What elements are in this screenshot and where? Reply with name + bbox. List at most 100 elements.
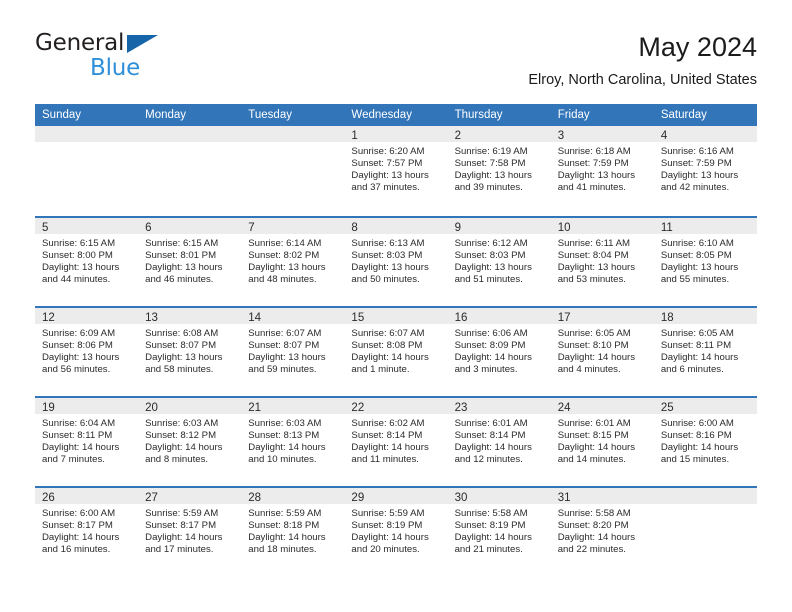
calendar-day-cell[interactable]: 22 Sunrise: 6:02 AM Sunset: 8:14 PM Dayligh… <box>344 398 448 486</box>
day-detail-line: Sunrise: 6:03 AM <box>248 418 322 429</box>
day-number: 24 <box>557 402 571 414</box>
day-detail-text: Sunrise: 6:09 AM Sunset: 8:06 PM Daylight:… <box>35 324 138 376</box>
calendar-day-cell[interactable]: 17 Sunrise: 6:05 AM Sunset: 8:10 PM Dayligh… <box>550 308 654 396</box>
day-number-band: 11 <box>653 218 757 234</box>
calendar-day-cell[interactable]: 20 Sunrise: 6:03 AM Sunset: 8:12 PM Dayligh… <box>138 398 242 486</box>
day-number-band: 9 <box>447 218 551 234</box>
day-detail-line: Sunset: 7:57 PM <box>351 158 423 170</box>
day-detail-line: and 4 minutes. <box>557 364 621 376</box>
logo-word-blue: Blue <box>90 55 141 81</box>
day-detail-text: Sunrise: 6:15 AM Sunset: 8:00 PM Daylight:… <box>35 234 138 286</box>
day-detail-line: Daylight: 13 hours <box>557 262 636 274</box>
calendar-day-cell[interactable]: 13 Sunrise: 6:08 AM Sunset: 8:07 PM Dayligh… <box>138 308 242 396</box>
day-detail-line: Daylight: 13 hours <box>660 170 739 182</box>
day-detail-line: and 58 minutes. <box>145 364 214 376</box>
calendar-day-cell[interactable]: 4 Sunrise: 6:16 AM Sunset: 7:59 PM Daylight… <box>653 126 757 216</box>
calendar-day-cell[interactable]: 25 Sunrise: 6:00 AM Sunset: 8:16 PM Dayligh… <box>653 398 757 486</box>
calendar-day-cell[interactable]: 26 Sunrise: 6:00 AM Sunset: 8:17 PM Dayligh… <box>35 488 139 576</box>
calendar-day-cell[interactable]: 9 Sunrise: 6:12 AM Sunset: 8:03 PM Daylight… <box>447 218 551 306</box>
calendar-day-cell[interactable]: 6 Sunrise: 6:15 AM Sunset: 8:01 PM Daylight… <box>138 218 242 306</box>
calendar-day-cell[interactable]: 10 Sunrise: 6:11 AM Sunset: 8:04 PM Dayligh… <box>550 218 654 306</box>
day-detail-text <box>241 142 344 146</box>
day-number: 10 <box>557 222 571 234</box>
day-detail-line: Daylight: 14 hours <box>42 532 120 544</box>
calendar-day-cell[interactable]: 27 Sunrise: 5:59 AM Sunset: 8:17 PM Dayligh… <box>138 488 242 576</box>
day-number: 13 <box>145 312 158 324</box>
day-number: 23 <box>454 402 468 414</box>
day-detail-line: Daylight: 13 hours <box>454 262 532 274</box>
general-blue-logo[interactable]: General Blue <box>35 30 235 80</box>
calendar-day-cell[interactable]: 23 Sunrise: 6:01 AM Sunset: 8:14 PM Dayligh… <box>447 398 551 486</box>
day-number-band: 12 <box>35 308 139 324</box>
day-number-band: 4 <box>653 126 757 142</box>
day-detail-line: Daylight: 13 hours <box>557 170 636 182</box>
day-number-band: 14 <box>241 308 345 324</box>
day-detail-line: and 12 minutes. <box>454 454 523 466</box>
calendar-day-cell[interactable]: 21 Sunrise: 6:03 AM Sunset: 8:13 PM Dayligh… <box>241 398 345 486</box>
calendar-day-cell[interactable]: 2 Sunrise: 6:19 AM Sunset: 7:58 PM Daylight… <box>447 126 551 216</box>
day-number-band: 24 <box>550 398 654 414</box>
day-number: 16 <box>454 312 468 324</box>
calendar-day-cell[interactable]: 11 Sunrise: 6:10 AM Sunset: 8:05 PM Dayligh… <box>653 218 757 306</box>
calendar-table: Sunday Monday Tuesday Wednesday Thursday Frid… <box>35 104 757 576</box>
day-detail-line: Sunrise: 6:15 AM <box>145 238 219 249</box>
calendar-week-row: 5 Sunrise: 6:15 AM Sunset: 8:00 PM Daylight… <box>35 216 757 306</box>
day-number-band: 27 <box>138 488 242 504</box>
logo-triangle-icon <box>126 35 158 53</box>
calendar-day-cell[interactable]: 1 Sunrise: 6:20 AM Sunset: 7:57 PM Daylight… <box>344 126 448 216</box>
day-of-week-header: Friday <box>557 109 590 121</box>
day-detail-line: Daylight: 13 hours <box>248 262 326 274</box>
day-number: 3 <box>557 130 565 142</box>
day-detail-line: Sunset: 8:12 PM <box>145 430 217 442</box>
day-number-band: 22 <box>344 398 448 414</box>
day-number: 20 <box>145 402 158 414</box>
calendar-day-cell[interactable]: 3 Sunrise: 6:18 AM Sunset: 7:59 PM Daylight… <box>550 126 654 216</box>
day-number-band: 3 <box>550 126 654 142</box>
day-detail-line: Sunset: 8:06 PM <box>42 340 113 352</box>
day-detail-line: and 1 minute. <box>351 364 410 376</box>
calendar-day-cell[interactable]: 7 Sunrise: 6:14 AM Sunset: 8:02 PM Daylight… <box>241 218 345 306</box>
day-number: 17 <box>557 312 571 324</box>
day-number-band: 16 <box>447 308 551 324</box>
calendar-day-cell[interactable]: 5 Sunrise: 6:15 AM Sunset: 8:00 PM Daylight… <box>35 218 139 306</box>
calendar-day-cell[interactable]: 30 Sunrise: 5:58 AM Sunset: 8:19 PM Dayligh… <box>447 488 551 576</box>
day-number-band: 17 <box>550 308 654 324</box>
day-detail-text: Sunrise: 6:02 AM Sunset: 8:14 PM Daylight:… <box>344 414 447 466</box>
day-number: 4 <box>660 130 668 142</box>
calendar-day-cell[interactable]: 15 Sunrise: 6:07 AM Sunset: 8:08 PM Dayligh… <box>344 308 448 396</box>
calendar-day-cell[interactable]: 29 Sunrise: 5:59 AM Sunset: 8:19 PM Dayligh… <box>344 488 448 576</box>
day-detail-line: Daylight: 13 hours <box>454 170 532 182</box>
day-number: 31 <box>557 492 571 504</box>
day-detail-line: Sunset: 8:02 PM <box>248 250 320 262</box>
title-block: May 2024 Elroy, North Carolina, United S… <box>528 30 757 92</box>
calendar-day-cell[interactable]: 12 Sunrise: 6:09 AM Sunset: 8:06 PM Dayligh… <box>35 308 139 396</box>
calendar-day-cell[interactable]: 14 Sunrise: 6:07 AM Sunset: 8:07 PM Dayligh… <box>241 308 345 396</box>
calendar-day-cell[interactable]: 8 Sunrise: 6:13 AM Sunset: 8:03 PM Daylight… <box>344 218 448 306</box>
calendar-day-cell[interactable]: 31 Sunrise: 5:58 AM Sunset: 8:20 PM Dayligh… <box>550 488 654 576</box>
calendar-day-cell[interactable]: 19 Sunrise: 6:04 AM Sunset: 8:11 PM Dayligh… <box>35 398 139 486</box>
day-detail-text: Sunrise: 5:59 AM Sunset: 8:19 PM Daylight:… <box>344 504 447 556</box>
day-detail-line: Daylight: 14 hours <box>557 442 636 454</box>
day-detail-line: Sunrise: 6:05 AM <box>557 328 631 339</box>
day-number-band: 18 <box>653 308 757 324</box>
day-detail-text: Sunrise: 6:00 AM Sunset: 8:17 PM Daylight:… <box>35 504 138 556</box>
day-detail-line: Sunset: 8:01 PM <box>145 250 217 262</box>
day-number-band: 25 <box>653 398 757 414</box>
day-detail-line: and 50 minutes. <box>351 274 420 286</box>
day-detail-line: Daylight: 14 hours <box>454 532 532 544</box>
calendar-day-cell[interactable]: 28 Sunrise: 5:59 AM Sunset: 8:18 PM Dayligh… <box>241 488 345 576</box>
calendar-day-cell[interactable]: 16 Sunrise: 6:06 AM Sunset: 8:09 PM Dayligh… <box>447 308 551 396</box>
day-detail-line: Daylight: 14 hours <box>660 352 739 364</box>
calendar-day-cell[interactable]: 18 Sunrise: 6:05 AM Sunset: 8:11 PM Dayligh… <box>653 308 757 396</box>
day-detail-line: Daylight: 13 hours <box>248 352 326 364</box>
day-detail-line: Sunset: 8:15 PM <box>557 430 629 442</box>
day-detail-line: Sunset: 8:08 PM <box>351 340 423 352</box>
day-detail-line: Sunrise: 6:08 AM <box>145 328 219 339</box>
day-detail-line: Sunrise: 6:18 AM <box>557 146 631 157</box>
day-detail-line: and 20 minutes. <box>351 544 420 556</box>
logo-word-general: General <box>35 30 125 56</box>
day-detail-line: Sunrise: 6:11 AM <box>557 238 631 249</box>
day-detail-line: Sunrise: 6:01 AM <box>557 418 631 429</box>
calendar-day-cell[interactable]: 24 Sunrise: 6:01 AM Sunset: 8:15 PM Dayligh… <box>550 398 654 486</box>
day-detail-line: Sunset: 8:17 PM <box>42 520 113 532</box>
